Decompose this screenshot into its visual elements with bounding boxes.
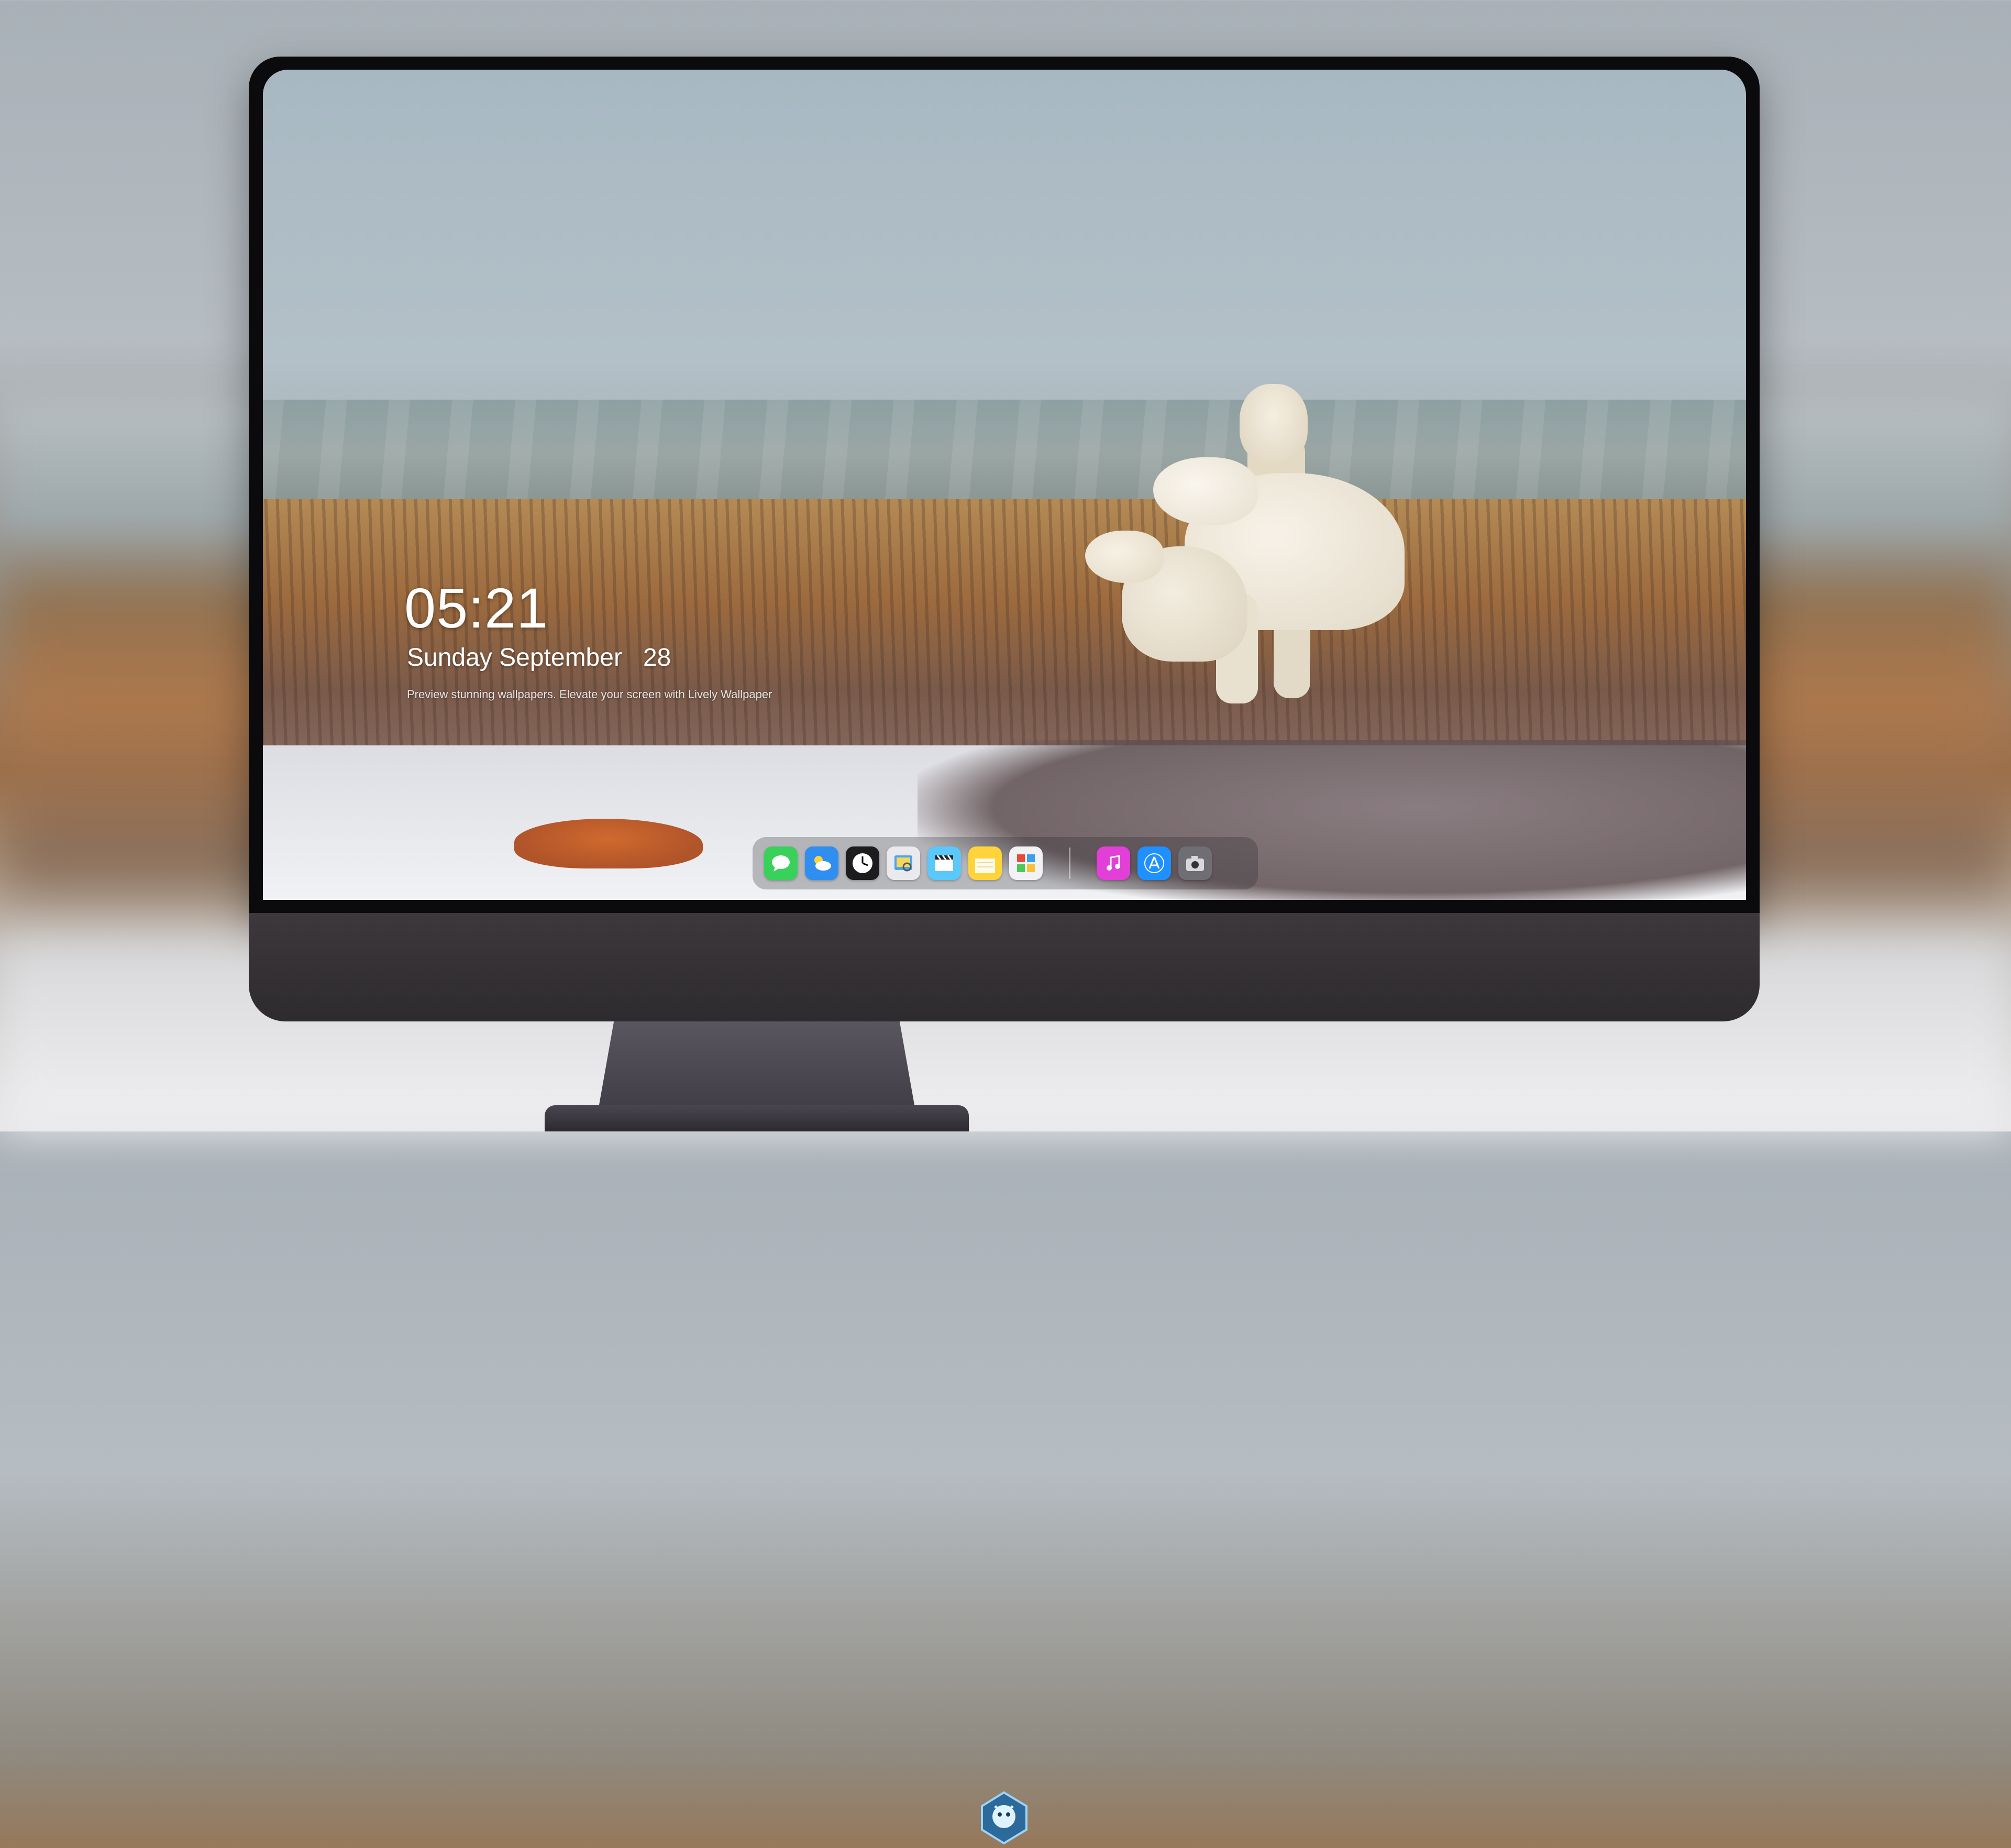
brand-logo-icon — [979, 1790, 1029, 1845]
music-icon[interactable] — [1097, 846, 1130, 880]
preview-icon[interactable] — [887, 846, 920, 880]
polar-bear-back-head — [1240, 384, 1308, 463]
messages-icon[interactable] — [764, 846, 798, 880]
lockscreen-date: Sunday September 28 — [407, 644, 671, 672]
monitor-chin — [249, 913, 1760, 1845]
monitor-bezel: 05:21 Sunday September 28 Preview stunni… — [249, 57, 1760, 913]
clock-icon[interactable] — [846, 846, 879, 880]
photo-booth-icon[interactable] — [1009, 846, 1043, 880]
dock — [753, 837, 1258, 889]
camera-icon[interactable] — [1178, 846, 1212, 880]
lockscreen-time: 05:21 — [404, 576, 549, 640]
dock-separator — [1069, 848, 1070, 879]
notes-icon[interactable] — [968, 846, 1002, 880]
wallpaper-rock — [514, 819, 703, 868]
wallpaper-caption: Preview stunning wallpapers. Elevate you… — [407, 688, 772, 701]
app-store-icon[interactable] — [1137, 846, 1171, 880]
monitor: 05:21 Sunday September 28 Preview stunni… — [249, 57, 1760, 1845]
weather-icon[interactable] — [805, 846, 838, 880]
screen: 05:21 Sunday September 28 Preview stunni… — [263, 70, 1746, 900]
clapper-icon[interactable] — [927, 846, 961, 880]
monitor-stand-foot — [545, 1105, 969, 1131]
